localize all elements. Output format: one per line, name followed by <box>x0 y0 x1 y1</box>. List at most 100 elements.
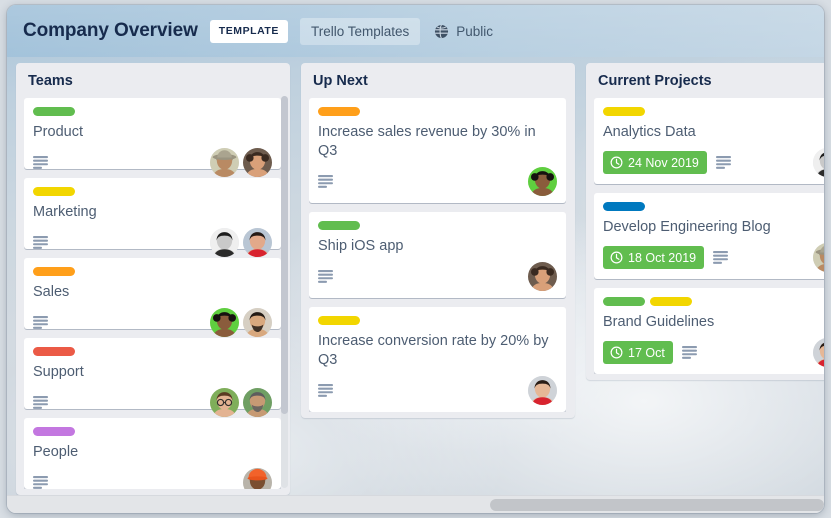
card-labels <box>33 267 272 276</box>
card-members <box>210 388 272 417</box>
card[interactable]: Analytics Data 24 Nov 2019 <box>594 98 824 184</box>
board-horizontal-scrollbar-thumb[interactable] <box>490 499 824 511</box>
description-icon <box>318 384 333 397</box>
card-label-yellow[interactable] <box>650 297 692 306</box>
card-list: Increase sales revenue by 30% in Q3 Ship … <box>309 98 571 412</box>
card-members <box>210 228 272 257</box>
card-members <box>528 376 557 405</box>
board-header: Company Overview TEMPLATE Trello Templat… <box>7 5 824 57</box>
card-title: Brand Guidelines <box>603 314 715 330</box>
list-title[interactable]: Teams <box>24 72 286 98</box>
globe-icon <box>434 24 449 39</box>
avatar[interactable] <box>243 388 272 417</box>
card-members <box>813 148 824 177</box>
clock-icon <box>610 251 623 264</box>
card-label-yellow[interactable] <box>33 187 75 196</box>
avatar[interactable] <box>813 243 824 272</box>
avatar[interactable] <box>813 148 824 177</box>
avatar[interactable] <box>243 468 272 489</box>
card[interactable]: Develop Engineering Blog 18 Oct 2019 <box>594 193 824 279</box>
card-label-green[interactable] <box>318 221 360 230</box>
board-window: Company Overview TEMPLATE Trello Templat… <box>7 5 824 513</box>
card-title: People <box>33 444 79 460</box>
avatar[interactable] <box>210 228 239 257</box>
card-list: Product Marketing Sales Support People <box>24 98 286 489</box>
card[interactable]: Ship iOS app <box>309 212 566 298</box>
card-title: Marketing <box>33 204 97 220</box>
description-icon <box>681 346 697 359</box>
card[interactable]: Product <box>24 98 281 177</box>
card-label-red[interactable] <box>33 347 75 356</box>
card[interactable]: Brand Guidelines 17 Oct <box>594 288 824 374</box>
list: Current Projects Analytics Data 24 Nov 201… <box>586 63 824 380</box>
avatar[interactable] <box>243 308 272 337</box>
card-list: Analytics Data 24 Nov 2019 Develop Enginee… <box>594 98 824 374</box>
card-labels <box>33 347 272 356</box>
description-icon <box>33 316 48 329</box>
board-horizontal-scrollbar[interactable] <box>7 495 824 513</box>
avatar[interactable] <box>243 148 272 177</box>
template-badge: TEMPLATE <box>209 19 288 43</box>
card-label-orange[interactable] <box>318 107 360 116</box>
due-date-badge[interactable]: 24 Nov 2019 <box>603 151 707 174</box>
card[interactable]: Sales <box>24 258 281 337</box>
card-label-yellow[interactable] <box>318 316 360 325</box>
card-labels <box>318 107 557 116</box>
visibility-button[interactable]: Public <box>432 19 495 43</box>
card-members <box>243 468 272 489</box>
card-badges <box>318 376 557 405</box>
card[interactable]: Increase sales revenue by 30% in Q3 <box>309 98 566 203</box>
card[interactable]: Support <box>24 338 281 417</box>
card-labels <box>318 221 557 230</box>
card-members <box>528 167 557 196</box>
card-title: Product <box>33 124 83 140</box>
due-date-badge[interactable]: 18 Oct 2019 <box>603 246 705 269</box>
card[interactable]: People <box>24 418 281 489</box>
description-icon <box>33 156 48 169</box>
avatar[interactable] <box>210 388 239 417</box>
avatar[interactable] <box>813 338 824 367</box>
card-title: Ship iOS app <box>318 238 404 254</box>
card-label-green[interactable] <box>33 107 75 116</box>
card-title: Increase conversion rate by 20% by Q3 <box>318 333 549 368</box>
avatar[interactable] <box>528 262 557 291</box>
card-members <box>210 308 272 337</box>
trello-templates-button[interactable]: Trello Templates <box>299 17 421 45</box>
card-title: Sales <box>33 284 70 300</box>
description-icon <box>33 236 48 249</box>
card-badges <box>33 148 272 177</box>
list-vertical-scrollbar[interactable] <box>281 96 288 488</box>
description-icon <box>318 175 333 188</box>
card-members <box>210 148 272 177</box>
card-labels <box>603 297 824 306</box>
description-icon <box>713 251 729 264</box>
clock-icon <box>610 346 623 359</box>
card-badges: 17 Oct <box>603 338 824 367</box>
card-label-yellow[interactable] <box>603 107 645 116</box>
card-title: Support <box>33 364 84 380</box>
card-badges <box>33 228 272 257</box>
card-members <box>528 262 557 291</box>
card-label-orange[interactable] <box>33 267 75 276</box>
card[interactable]: Increase conversion rate by 20% by Q3 <box>309 307 566 412</box>
avatar[interactable] <box>210 148 239 177</box>
card-badges <box>33 468 272 489</box>
avatar[interactable] <box>210 308 239 337</box>
card[interactable]: Marketing <box>24 178 281 257</box>
avatar[interactable] <box>243 228 272 257</box>
avatar[interactable] <box>528 376 557 405</box>
card-label-blue[interactable] <box>603 202 645 211</box>
avatar[interactable] <box>528 167 557 196</box>
list-title[interactable]: Current Projects <box>594 72 824 98</box>
card-members <box>813 338 824 367</box>
due-date-badge[interactable]: 17 Oct <box>603 341 673 364</box>
card-labels <box>33 107 272 116</box>
due-date-label: 18 Oct 2019 <box>628 250 697 265</box>
card-label-purple[interactable] <box>33 427 75 436</box>
due-date-label: 24 Nov 2019 <box>628 155 699 170</box>
page-title: Company Overview <box>23 20 198 41</box>
card-badges: 18 Oct 2019 <box>603 243 824 272</box>
card-label-green[interactable] <box>603 297 645 306</box>
list-title[interactable]: Up Next <box>309 72 571 98</box>
list-vertical-scrollbar-thumb[interactable] <box>281 96 288 414</box>
